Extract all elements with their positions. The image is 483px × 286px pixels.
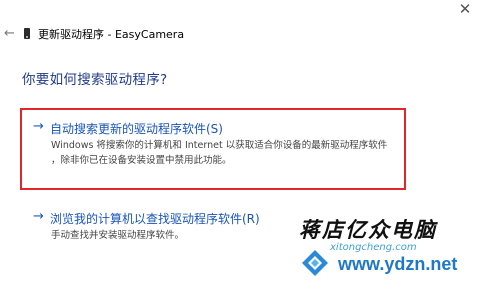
option-description: Windows 将搜索你的计算机和 Internet 以获取适合你设备的最新驱动… <box>51 140 388 151</box>
option-title[interactable]: 浏览我的计算机以查找驱动程序软件(R) <box>50 210 260 227</box>
option-title[interactable]: 自动搜索更新的驱动程序软件(S) <box>50 120 223 137</box>
arrow-right-icon: → <box>33 209 44 224</box>
close-button[interactable]: ✕ <box>455 0 475 18</box>
back-button[interactable]: ← <box>4 26 15 41</box>
page-heading: 你要如何搜索驱动程序? <box>22 72 168 88</box>
wizard-title: 更新驱动程序 - EasyCamera <box>38 28 185 41</box>
watermark-sub: xitongcheng.com <box>330 242 417 253</box>
watermark-text: 蒋店亿众电脑 <box>299 217 437 242</box>
watermark-url: www.ydzn.net <box>338 254 458 274</box>
device-icon <box>24 28 30 39</box>
option-description-cont: ，除非你已在设备安装设置中禁用此功能。 <box>51 155 232 166</box>
watermark-logo-icon <box>302 250 328 276</box>
option-description: 手动查找并安装驱动程序软件。 <box>51 230 185 241</box>
arrow-right-icon: → <box>33 119 44 134</box>
